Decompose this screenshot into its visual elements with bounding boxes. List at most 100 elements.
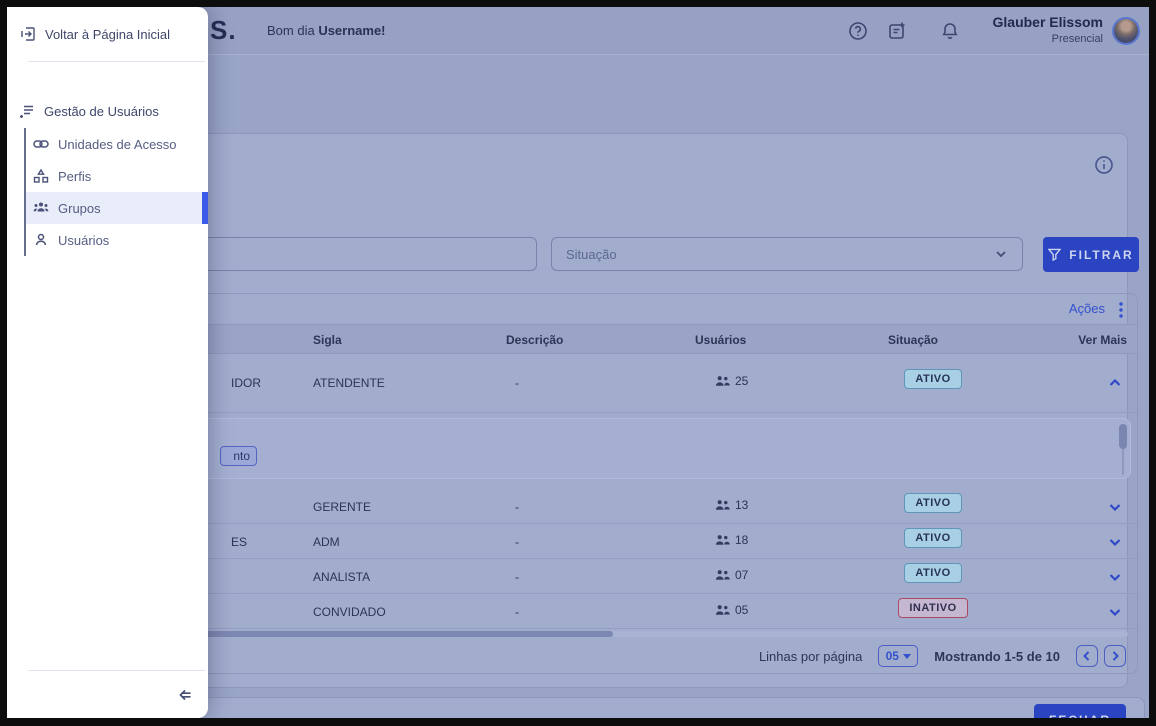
sidebar-selected-indicator — [202, 192, 208, 224]
greeting-username: Username! — [318, 23, 385, 38]
sidebar-item-label: Grupos — [58, 201, 101, 216]
group-icon — [33, 200, 49, 216]
col-header-ver-mais: Ver Mais — [1078, 333, 1127, 347]
chevron-left-icon — [1081, 650, 1093, 662]
window-frame: S. Bom dia Username! — [0, 0, 1156, 726]
exit-door-icon — [20, 26, 36, 42]
users-icon — [715, 569, 730, 581]
sidebar-item-label: Voltar à Página Inicial — [45, 27, 170, 42]
acoes-link[interactable]: Ações — [1069, 301, 1105, 316]
user-status: Presencial — [993, 33, 1103, 45]
chevron-down-icon[interactable] — [1107, 569, 1123, 585]
table-row[interactable]: ES ADM - 18 ATIVO — [67, 524, 1137, 559]
sidebar-item-perfis[interactable]: Perfis — [26, 160, 208, 192]
usuarios-count: 07 — [735, 568, 748, 582]
sidebar-item-label: Unidades de Acesso — [58, 137, 177, 152]
usuarios-count: 13 — [735, 498, 748, 512]
cell-nome: ES — [231, 535, 247, 549]
sidebar-divider — [28, 670, 205, 671]
cell-sigla: GERENTE — [313, 500, 371, 514]
chevron-right-icon — [1109, 650, 1121, 662]
status-badge: ATIVO — [888, 563, 978, 583]
pagination-bar: Linhas por página 05 Mostrando 1-5 de 10 — [67, 638, 1137, 674]
logo-text: S. — [210, 15, 237, 45]
rows-per-page-select[interactable]: 05 — [878, 645, 918, 667]
group-chip[interactable]: nto — [220, 446, 257, 466]
notifications-icon[interactable] — [940, 21, 960, 41]
fechar-button[interactable]: FECHAR — [1034, 704, 1126, 718]
help-icon[interactable] — [848, 21, 868, 41]
cell-usuarios: 18 — [715, 533, 748, 547]
panel-scrollbar-thumb[interactable] — [1119, 424, 1127, 449]
sidebar-item-label: Perfis — [58, 169, 91, 184]
sidebar-item-usuarios[interactable]: Usuários — [26, 224, 208, 256]
cell-descricao: - — [515, 570, 519, 584]
table-container: Ações Sigla Descrição Usuários Situação … — [66, 293, 1138, 674]
greeting-text: Bom dia Username! — [267, 23, 386, 38]
cell-usuarios: 25 — [715, 374, 748, 388]
col-header-sigla: Sigla — [313, 333, 342, 347]
expanded-row-panel: nto — [75, 418, 1131, 479]
cell-usuarios: 07 — [715, 568, 748, 582]
filtrar-button[interactable]: FILTRAR — [1043, 237, 1139, 272]
sidebar-item-voltar[interactable]: Voltar à Página Inicial — [20, 19, 170, 49]
situacao-select-label: Situação — [566, 247, 994, 262]
users-icon — [715, 499, 730, 511]
collapse-sidebar-icon[interactable] — [176, 686, 194, 704]
status-badge: ATIVO — [888, 528, 978, 548]
fechar-label: FECHAR — [1049, 713, 1111, 718]
rows-per-page-value: 05 — [886, 649, 899, 663]
situacao-select[interactable]: Situação — [551, 237, 1023, 271]
status-badge: ATIVO — [888, 493, 978, 513]
sidebar-section-label: Gestão de Usuários — [44, 104, 159, 119]
sidebar-item-label: Usuários — [58, 233, 109, 248]
usuarios-count: 25 — [735, 374, 748, 388]
table-header-row: Sigla Descrição Usuários Situação Ver Ma… — [67, 324, 1137, 354]
user-name: Glauber Elissom — [993, 14, 1103, 30]
table-row[interactable]: IDOR ATENDENTE - 25 ATIVO — [67, 354, 1137, 413]
cell-sigla: ADM — [313, 535, 340, 549]
user-icon — [33, 232, 49, 248]
chevron-down-icon[interactable] — [1107, 604, 1123, 620]
showing-range-label: Mostrando 1-5 de 10 — [934, 649, 1060, 664]
users-icon — [715, 604, 730, 616]
col-header-situacao: Situação — [888, 333, 938, 347]
sidebar-item-grupos[interactable]: Grupos — [26, 192, 208, 224]
usuarios-count: 05 — [735, 603, 748, 617]
filtrar-label: FILTRAR — [1069, 248, 1133, 262]
cell-sigla: ATENDENTE — [313, 376, 385, 390]
sidebar-item-unidades-de-acesso[interactable]: Unidades de Acesso — [26, 128, 208, 160]
table-toolbar: Ações — [67, 294, 1137, 324]
info-icon[interactable] — [1094, 155, 1114, 175]
cell-sigla: ANALISTA — [313, 570, 370, 584]
table-row[interactable]: CONVIDADO - 05 INATIVO — [67, 594, 1137, 629]
user-block[interactable]: Glauber Elissom Presencial — [993, 14, 1103, 45]
chevron-up-icon[interactable] — [1107, 375, 1123, 391]
col-header-descricao: Descrição — [506, 333, 563, 347]
status-badge: ATIVO — [888, 369, 978, 389]
users-icon — [715, 375, 730, 387]
chevron-down-icon[interactable] — [1107, 534, 1123, 550]
table-row[interactable]: ANALISTA - 07 ATIVO — [67, 559, 1137, 594]
avatar[interactable] — [1112, 17, 1140, 45]
chevron-down-icon — [994, 247, 1008, 261]
cell-sigla: CONVIDADO — [313, 605, 386, 619]
next-page-button[interactable] — [1104, 645, 1126, 667]
table-row[interactable]: GERENTE - 13 ATIVO — [67, 489, 1137, 524]
sidebar-section-gestao-de-usuarios[interactable]: Gestão de Usuários — [19, 97, 159, 125]
cell-nome: IDOR — [231, 376, 261, 390]
cell-descricao: - — [515, 605, 519, 619]
new-note-icon[interactable] — [887, 21, 907, 41]
col-header-usuarios: Usuários — [695, 333, 746, 347]
usuarios-count: 18 — [735, 533, 748, 547]
previous-page-button[interactable] — [1076, 645, 1098, 667]
status-badge: INATIVO — [888, 598, 978, 618]
cell-descricao: - — [515, 500, 519, 514]
chevron-down-icon[interactable] — [1107, 499, 1123, 515]
kebab-menu-icon[interactable] — [1119, 302, 1123, 317]
cell-descricao: - — [515, 535, 519, 549]
caret-down-icon — [903, 654, 911, 659]
app-logo: S. — [210, 15, 237, 46]
app-screen: S. Bom dia Username! — [7, 7, 1149, 718]
sidebar-divider — [28, 61, 205, 62]
